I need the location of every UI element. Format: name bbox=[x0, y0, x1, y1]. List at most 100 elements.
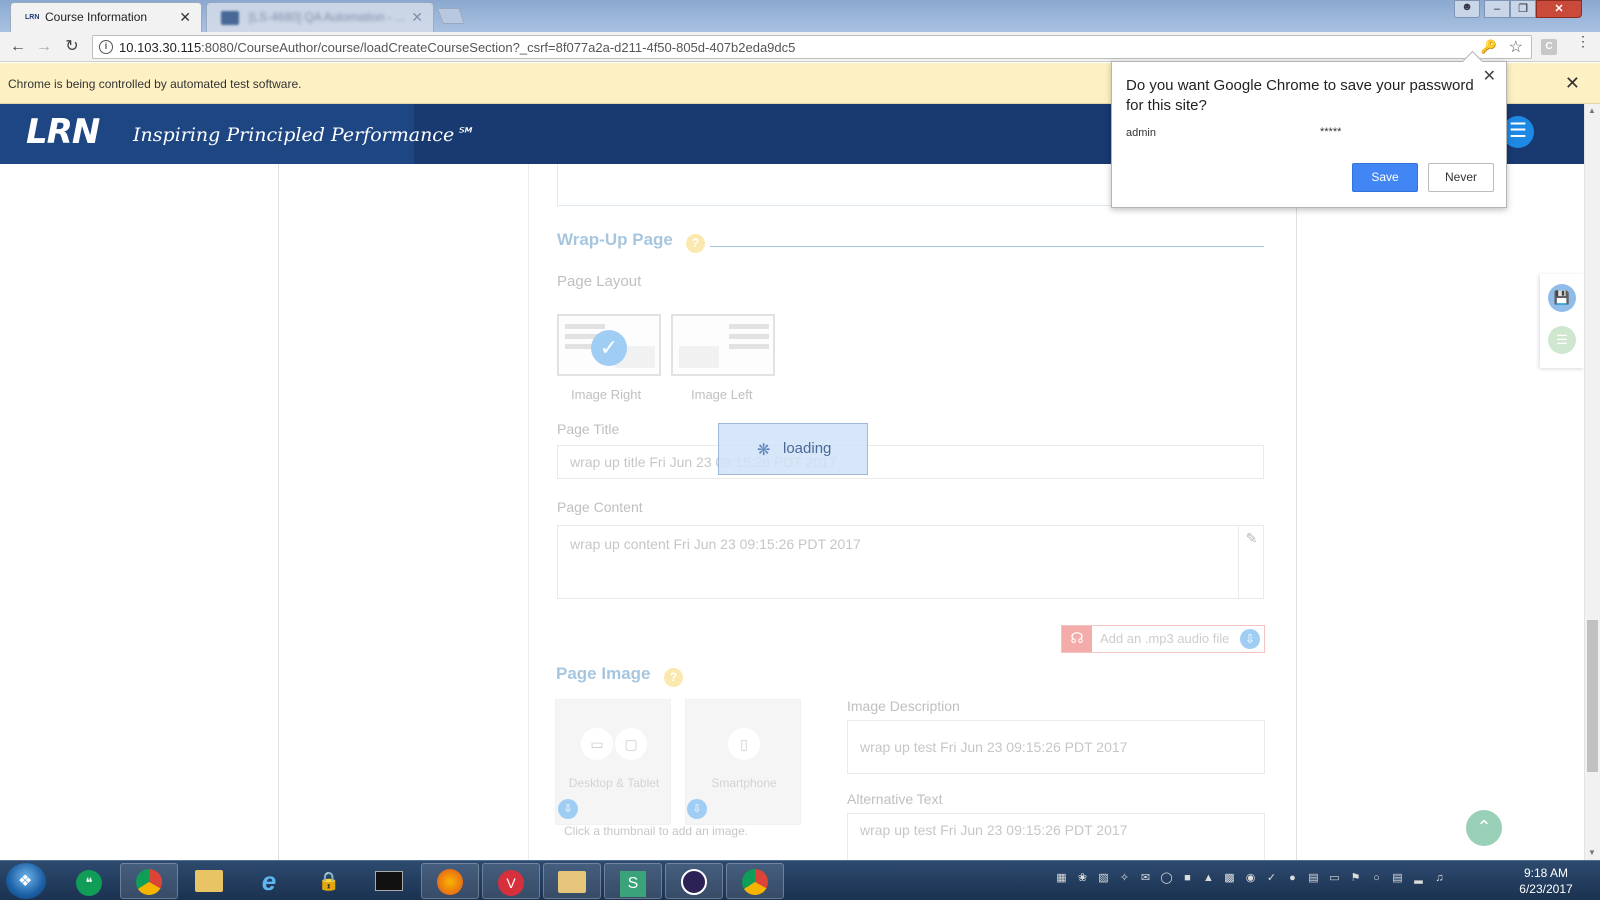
image-description-label: Image Description bbox=[847, 698, 960, 714]
help-icon[interactable]: ? bbox=[664, 668, 683, 687]
tray-icon-17[interactable]: ▤ bbox=[1390, 871, 1405, 886]
url-text: 10.103.30.115:8080/CourseAuthor/course/l… bbox=[119, 40, 796, 55]
outlook-icon[interactable] bbox=[543, 863, 601, 899]
new-tab-button[interactable] bbox=[437, 8, 465, 24]
chrome-taskbar-icon[interactable] bbox=[120, 863, 178, 899]
image-description-input[interactable]: wrap up test Fri Jun 23 09:15:26 PDT 201… bbox=[847, 720, 1265, 774]
layout-image-right-thumb[interactable]: ✓ bbox=[557, 314, 661, 376]
never-save-button[interactable]: Never bbox=[1428, 163, 1494, 192]
vivaldi-icon[interactable]: V bbox=[482, 863, 540, 899]
layout-image-left-thumb[interactable] bbox=[671, 314, 775, 376]
tray-icon-6[interactable]: ◯ bbox=[1159, 871, 1174, 886]
tray-icon-10[interactable]: ◉ bbox=[1243, 871, 1258, 886]
tray-icon-7[interactable]: ■ bbox=[1180, 871, 1195, 886]
scroll-thumb[interactable] bbox=[1587, 620, 1598, 772]
tray-lrn-icon[interactable]: ▭ bbox=[1327, 871, 1342, 886]
extension-icon[interactable]: C bbox=[1541, 39, 1557, 55]
edit-pencil-icon[interactable]: ✎ bbox=[1238, 526, 1264, 598]
start-button[interactable]: ❖ bbox=[6, 863, 46, 899]
firefox-icon[interactable] bbox=[421, 863, 479, 899]
tray-mail-icon[interactable]: ✉ bbox=[1138, 871, 1153, 886]
layout-label-image-left: Image Left bbox=[691, 387, 753, 402]
chrome-menu-icon[interactable]: ⋮ bbox=[1576, 34, 1590, 48]
address-bar[interactable]: i 10.103.30.115:8080/CourseAuthor/course… bbox=[92, 35, 1532, 59]
tray-icon-2[interactable]: ❀ bbox=[1075, 871, 1090, 886]
floating-tools: 💾 ☰ bbox=[1540, 274, 1584, 368]
tray-icon-4[interactable]: ✧ bbox=[1117, 871, 1132, 886]
tray-icon-3[interactable]: ▧ bbox=[1096, 871, 1111, 886]
window-close-button[interactable]: ✕ bbox=[1536, 0, 1582, 18]
password-key-icon[interactable]: 🔑 bbox=[1481, 39, 1497, 55]
tablet-icon: ▢ bbox=[615, 728, 647, 760]
window-controls: ☻ – ❐ ✕ bbox=[1454, 0, 1582, 18]
tray-network-icon[interactable]: ▂ bbox=[1411, 871, 1426, 886]
smartphone-icon: ▯ bbox=[728, 728, 760, 760]
command-prompt-icon[interactable] bbox=[360, 863, 418, 899]
windows-logo-icon: ❖ bbox=[18, 873, 33, 890]
save-password-question: Do you want Google Chrome to save your p… bbox=[1126, 77, 1474, 114]
tray-icon-8[interactable]: ▲ bbox=[1201, 871, 1216, 886]
back-arrow-icon[interactable]: ← bbox=[8, 37, 28, 57]
section-divider bbox=[710, 246, 1264, 247]
tray-icon-16[interactable]: ○ bbox=[1369, 871, 1384, 886]
reload-icon[interactable]: ↻ bbox=[62, 37, 82, 57]
save-password-button[interactable]: Save bbox=[1352, 163, 1418, 192]
tray-volume-icon[interactable]: ♫ bbox=[1432, 871, 1447, 886]
eclipse-icon[interactable] bbox=[665, 863, 723, 899]
browser-toolbar: ← → ↻ i 10.103.30.115:8080/CourseAuthor/… bbox=[0, 32, 1600, 62]
add-audio-button[interactable]: ☊ Add an .mp3 audio file ⇩ bbox=[1061, 625, 1265, 653]
tab-close-icon[interactable]: ✕ bbox=[411, 9, 423, 26]
user-profile-icon[interactable]: ☻ bbox=[1454, 0, 1480, 18]
forward-arrow-icon[interactable]: → bbox=[34, 37, 54, 57]
page-layout-label: Page Layout bbox=[557, 273, 642, 290]
restore-button[interactable]: ❐ bbox=[1510, 0, 1536, 18]
internet-explorer-icon[interactable]: e bbox=[240, 863, 298, 899]
scroll-to-top-icon[interactable]: ⌃ bbox=[1466, 810, 1502, 846]
system-tray: ▦ ❀ ▧ ✧ ✉ ◯ ■ ▲ ▩ ◉ ✓ ● ▤ ▭ ⚑ ○ ▤ ▂ ♫ bbox=[1054, 871, 1447, 886]
slack-icon[interactable]: S bbox=[604, 863, 662, 899]
tray-check-icon[interactable]: ✓ bbox=[1264, 871, 1279, 886]
scroll-up-arrow-icon[interactable]: ▲ bbox=[1588, 106, 1596, 115]
saved-password-mask: ***** bbox=[1320, 126, 1342, 138]
dialog-close-icon[interactable]: ✕ bbox=[1483, 66, 1496, 86]
page-scrollbar[interactable]: ▲ ▼ bbox=[1584, 104, 1600, 860]
system-clock[interactable]: 9:18 AM 6/23/2017 bbox=[1508, 865, 1584, 897]
tray-flag-icon[interactable]: ⚑ bbox=[1348, 871, 1363, 886]
scroll-down-arrow-icon[interactable]: ▼ bbox=[1588, 848, 1596, 857]
tab-title-inactive: [LS-4680] QA Automation - ... bbox=[249, 10, 406, 24]
windows-taskbar: ❖ ❝ e 🔒 V S ▦ ❀ ▧ ✧ ✉ ◯ ■ ▲ ▩ ◉ ✓ ● ▤ ▭ … bbox=[0, 860, 1600, 900]
page-content-label: Page Content bbox=[557, 499, 643, 515]
selected-check-icon: ✓ bbox=[591, 330, 627, 366]
page-title-label: Page Title bbox=[557, 421, 620, 437]
page-title-input[interactable]: wrap up title Fri Jun 23 09:15:26 PDT 20… bbox=[557, 445, 1264, 479]
upload-smartphone-icon[interactable]: ⇩ bbox=[687, 799, 707, 819]
tray-icon-9[interactable]: ▩ bbox=[1222, 871, 1237, 886]
clock-date: 6/23/2017 bbox=[1519, 882, 1573, 896]
alt-text-label: Alternative Text bbox=[847, 791, 943, 807]
tray-icon-12[interactable]: ● bbox=[1285, 871, 1300, 886]
tab-close-icon[interactable]: ✕ bbox=[179, 9, 191, 26]
file-explorer-icon[interactable] bbox=[180, 863, 238, 899]
list-icon[interactable]: ☰ bbox=[1548, 326, 1576, 354]
tray-icon-1[interactable]: ▦ bbox=[1054, 871, 1069, 886]
right-divider bbox=[1296, 164, 1297, 860]
upload-desktop-icon[interactable]: ⇩ bbox=[558, 799, 578, 819]
hangouts-icon[interactable]: ❝ bbox=[60, 863, 118, 899]
tab-inactive[interactable]: [LS-4680] QA Automation - ... ✕ bbox=[206, 2, 434, 32]
infobar-message: Chrome is being controlled by automated … bbox=[8, 77, 302, 91]
help-icon[interactable]: ? bbox=[686, 234, 705, 253]
tray-icon-13[interactable]: ▤ bbox=[1306, 871, 1321, 886]
tab-course-information[interactable]: LRN Course Information ✕ bbox=[10, 2, 202, 32]
headphones-icon: ☊ bbox=[1062, 626, 1092, 652]
alt-text-input[interactable]: wrap up test Fri Jun 23 09:15:26 PDT 201… bbox=[847, 813, 1265, 860]
keepass-icon[interactable]: 🔒 bbox=[300, 863, 358, 899]
infobar-close-icon[interactable]: ✕ bbox=[1565, 73, 1580, 94]
save-icon[interactable]: 💾 bbox=[1548, 284, 1576, 312]
page-content-editor[interactable]: wrap up content Fri Jun 23 09:15:26 PDT … bbox=[557, 525, 1264, 599]
logo-area[interactable]: LRN Inspiring Principled Performance℠ bbox=[0, 104, 474, 164]
bookmark-star-icon[interactable]: ☆ bbox=[1509, 37, 1523, 57]
site-info-icon[interactable]: i bbox=[99, 40, 113, 54]
audio-label: Add an .mp3 audio file bbox=[1100, 631, 1230, 646]
chrome-taskbar-icon-2[interactable] bbox=[726, 863, 784, 899]
minimize-button[interactable]: – bbox=[1484, 0, 1510, 18]
